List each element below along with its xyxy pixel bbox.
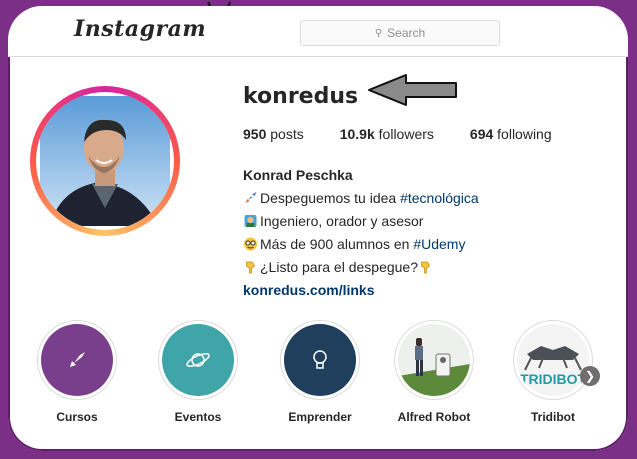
highlight-emprender[interactable]: Emprender — [275, 320, 365, 424]
instagram-logo[interactable]: Instagram — [74, 16, 206, 42]
highlight-ring — [394, 320, 474, 400]
highlight-cover — [284, 324, 356, 396]
rocket-emoji-icon — [245, 192, 257, 203]
followers-stat[interactable]: 10.9k followers — [340, 126, 434, 142]
search-icon: ⚲ — [374, 27, 383, 39]
tridibot-photo: TRIDIBOT — [517, 324, 589, 396]
tridibot-photo-text: TRIDIBOT — [520, 371, 587, 387]
profile-photo — [40, 96, 170, 226]
highlight-cover: TRIDIBOT — [517, 324, 589, 396]
highlight-label: Emprender — [288, 410, 352, 424]
hashtag-udemy[interactable]: #Udemy — [413, 236, 465, 252]
search-placeholder: Search — [387, 26, 426, 40]
bio-line-2: Ingeniero, orador y asesor — [243, 210, 479, 233]
following-stat[interactable]: 694 following — [470, 126, 552, 142]
bio-line-3: Más de 900 alumnos en #Udemy — [243, 233, 479, 256]
lightbulb-icon — [313, 350, 327, 369]
highlight-eventos[interactable]: Eventos — [153, 320, 243, 424]
instagram-profile-card: Instagram ⚲ Search konredus 950 posts 10… — [8, 6, 628, 451]
pointing-down-emoji-icon — [421, 261, 431, 274]
chevron-right-icon: ❯ — [584, 369, 596, 383]
robot-photo — [398, 324, 470, 396]
highlight-cover — [41, 324, 113, 396]
highlight-cursos[interactable]: Cursos — [32, 320, 122, 424]
profile-full-name: Konrad Peschka — [243, 167, 353, 183]
profile-picture-ring[interactable] — [30, 86, 180, 236]
pointing-down-emoji-icon — [246, 261, 256, 274]
highlight-cover — [398, 324, 470, 396]
profile-picture[interactable] — [36, 92, 174, 230]
rocket-icon — [70, 352, 85, 367]
profile-username: konredus — [243, 84, 359, 109]
bio-line-1: Despeguemos tu idea #tecnológica — [243, 187, 479, 210]
highlight-ring — [280, 320, 360, 400]
highlight-ring — [37, 320, 117, 400]
planet-icon — [186, 353, 210, 367]
highlights-next-button[interactable]: ❯ — [580, 366, 600, 386]
highlight-label: Alfred Robot — [397, 410, 471, 424]
search-input[interactable]: ⚲ Search — [300, 20, 500, 46]
highlight-alfred-robot[interactable]: Alfred Robot — [389, 320, 479, 424]
highlight-label: Cursos — [56, 410, 98, 424]
profile-website-link[interactable]: konredus.com/links — [243, 279, 479, 302]
annotation-arrow — [368, 74, 457, 106]
profile-bio: Konrad Peschka Despeguemos tu idea #tecn… — [243, 164, 479, 302]
posts-stat[interactable]: 950 posts — [243, 126, 304, 142]
engineer-emoji-icon — [244, 215, 257, 227]
nerd-face-emoji-icon — [244, 237, 257, 251]
highlight-label: Eventos — [174, 410, 222, 424]
hashtag-tecnologica[interactable]: #tecnológica — [400, 190, 479, 206]
highlight-ring — [158, 320, 238, 400]
highlight-label: Tridibot — [531, 410, 575, 424]
highlight-ring: TRIDIBOT — [513, 320, 593, 400]
bio-line-4: ¿Listo para el despegue? — [243, 256, 479, 279]
top-navbar: Instagram ⚲ Search — [8, 6, 628, 57]
highlight-cover — [162, 324, 234, 396]
profile-stats: 950 posts 10.9k followers 694 following — [243, 126, 588, 142]
